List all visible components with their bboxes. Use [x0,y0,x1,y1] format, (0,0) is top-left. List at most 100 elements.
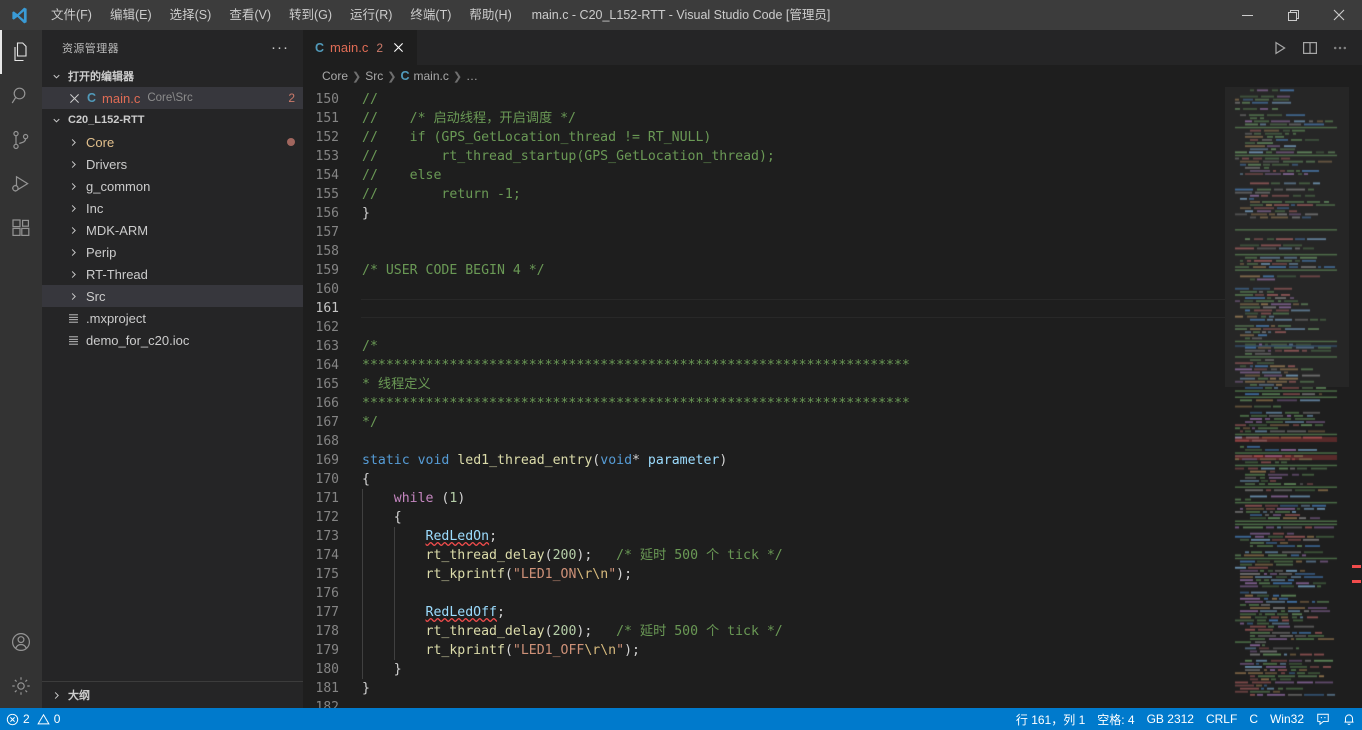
line-content[interactable]: /* USER CODE BEGIN 4 */ [361,261,1225,280]
activity-extensions[interactable] [0,206,42,250]
tree-item-mdk-arm[interactable]: MDK-ARM [42,219,303,241]
code-line[interactable]: 176 [303,584,1225,603]
problems-status[interactable]: 2 0 [0,708,66,730]
maximize-restore-button[interactable] [1270,0,1316,30]
error-marker[interactable] [1352,565,1361,568]
feedback-smiley-icon[interactable] [1310,708,1336,730]
menu-help[interactable]: 帮助(H) [460,0,520,30]
activity-account[interactable] [0,620,42,664]
menu-selection[interactable]: 选择(S) [161,0,221,30]
code-line[interactable]: 177 RedLedOff; [303,603,1225,622]
minimap-slider[interactable] [1225,87,1349,387]
code-line[interactable]: 168 [303,432,1225,451]
code-line[interactable]: 154 // else [303,166,1225,185]
language-mode[interactable]: C [1243,708,1264,730]
line-content[interactable]: ****************************************… [361,356,1225,375]
line-content[interactable]: /* [361,337,1225,356]
code-line[interactable]: 175 rt_kprintf("LED1_ON\r\n"); [303,565,1225,584]
activity-run-debug[interactable] [0,162,42,206]
menu-terminal[interactable]: 终端(T) [401,0,460,30]
line-content[interactable]: // [361,90,1225,109]
code-line[interactable]: 152 // if (GPS_GetLocation_thread != RT_N… [303,128,1225,147]
tree-item--mxproject[interactable]: .mxproject [42,307,303,329]
section-open-editors[interactable]: 打开的编辑器 [42,65,303,87]
line-content[interactable]: rt_kprintf("LED1_OFF\r\n"); [361,641,1225,660]
activity-source-control[interactable] [0,118,42,162]
tree-item-g-common[interactable]: g_common [42,175,303,197]
tree-item-rt-thread[interactable]: RT-Thread [42,263,303,285]
line-content[interactable]: } [361,679,1225,698]
code-line[interactable]: 155 // return -1; [303,185,1225,204]
breadcrumb-file[interactable]: main.c [413,69,448,83]
line-content[interactable]: } [361,660,1225,679]
line-content[interactable]: rt_kprintf("LED1_ON\r\n"); [361,565,1225,584]
tree-item-core[interactable]: Core [42,131,303,153]
code-line[interactable]: 165 * 线程定义 [303,375,1225,394]
code-line[interactable]: 163 /* [303,337,1225,356]
line-content[interactable]: rt_thread_delay(200); /* 延时 500 个 tick *… [361,546,1225,565]
menu-file[interactable]: 文件(F) [42,0,101,30]
encoding[interactable]: GB 2312 [1141,708,1200,730]
line-ending[interactable]: CRLF [1200,708,1243,730]
line-content[interactable]: // rt_thread_startup(GPS_GetLocation_thr… [361,147,1225,166]
code-line[interactable]: 178 rt_thread_delay(200); /* 延时 500 个 ti… [303,622,1225,641]
line-content[interactable]: while (1) [361,489,1225,508]
minimize-button[interactable] [1224,0,1270,30]
line-content[interactable]: RedLedOff; [361,603,1225,622]
code-scroll-area[interactable]: 150 // 151 // /* 启动线程，开启调度 */ 152 // if (GPS_… [303,87,1225,708]
menu-view[interactable]: 查看(V) [220,0,280,30]
line-content[interactable]: // else [361,166,1225,185]
breadcrumb-core[interactable]: Core [322,69,348,83]
breadcrumb-symbol[interactable]: … [466,69,478,83]
code-line[interactable]: 159 /* USER CODE BEGIN 4 */ [303,261,1225,280]
bell-icon[interactable] [1336,708,1362,730]
tree-item-demo-for-c20-ioc[interactable]: demo_for_c20.ioc [42,329,303,351]
line-content[interactable]: static void led1_thread_entry(void* para… [361,451,1225,470]
code-line[interactable]: 150 // [303,90,1225,109]
section-project-root[interactable]: C20_L152-RTT [42,109,303,131]
code-line[interactable]: 182 [303,698,1225,708]
close-icon[interactable] [64,93,84,104]
tree-item-inc[interactable]: Inc [42,197,303,219]
line-content[interactable]: { [361,508,1225,527]
overview-ruler[interactable] [1349,87,1362,708]
code-line[interactable]: 180 } [303,660,1225,679]
indentation[interactable]: 空格: 4 [1091,708,1140,730]
code-line[interactable]: 174 rt_thread_delay(200); /* 延时 500 个 ti… [303,546,1225,565]
close-button[interactable] [1316,0,1362,30]
activity-settings[interactable] [0,664,42,708]
error-marker[interactable] [1352,580,1361,583]
line-content[interactable]: // /* 启动线程，开启调度 */ [361,109,1225,128]
code-editor[interactable]: 150 // 151 // /* 启动线程，开启调度 */ 152 // if (GPS_… [303,87,1362,708]
code-line[interactable]: 164 *************************************… [303,356,1225,375]
menu-run[interactable]: 运行(R) [341,0,401,30]
line-content[interactable]: ****************************************… [361,394,1225,413]
code-line[interactable]: 173 RedLedOn; [303,527,1225,546]
tab-main-c[interactable]: C main.c 2 [303,30,419,65]
code-line[interactable]: 162 [303,318,1225,337]
code-line[interactable]: 181} [303,679,1225,698]
sidebar-more-actions-icon[interactable]: ··· [271,39,295,56]
platform-target[interactable]: Win32 [1264,708,1310,730]
menu-go[interactable]: 转到(G) [280,0,341,30]
tree-item-src[interactable]: Src [42,285,303,307]
code-line[interactable]: 160 [303,280,1225,299]
code-line[interactable]: 161 [303,299,1225,318]
line-content[interactable]: // return -1; [361,185,1225,204]
code-line[interactable]: 179 rt_kprintf("LED1_OFF\r\n"); [303,641,1225,660]
code-line[interactable]: 171 while (1) [303,489,1225,508]
code-line[interactable]: 157 [303,223,1225,242]
split-editor-icon[interactable] [1296,34,1324,62]
minimap[interactable] [1225,87,1349,708]
line-content[interactable]: // if (GPS_GetLocation_thread != RT_NULL… [361,128,1225,147]
breadcrumb-src[interactable]: Src [365,69,383,83]
line-content[interactable]: rt_thread_delay(200); /* 延时 500 个 tick *… [361,622,1225,641]
code-line[interactable]: 169 static void led1_thread_entry(void* p… [303,451,1225,470]
activity-explorer[interactable] [0,30,42,74]
menu-edit[interactable]: 编辑(E) [101,0,161,30]
section-outline[interactable]: 大纲 [42,681,303,708]
open-editor-item[interactable]: C main.c Core\Src 2 [42,87,303,109]
code-line[interactable]: 167 */ [303,413,1225,432]
code-line[interactable]: 153 // rt_thread_startup(GPS_GetLocation_… [303,147,1225,166]
code-lines[interactable]: 150 // 151 // /* 启动线程，开启调度 */ 152 // if (GPS_… [303,87,1225,708]
